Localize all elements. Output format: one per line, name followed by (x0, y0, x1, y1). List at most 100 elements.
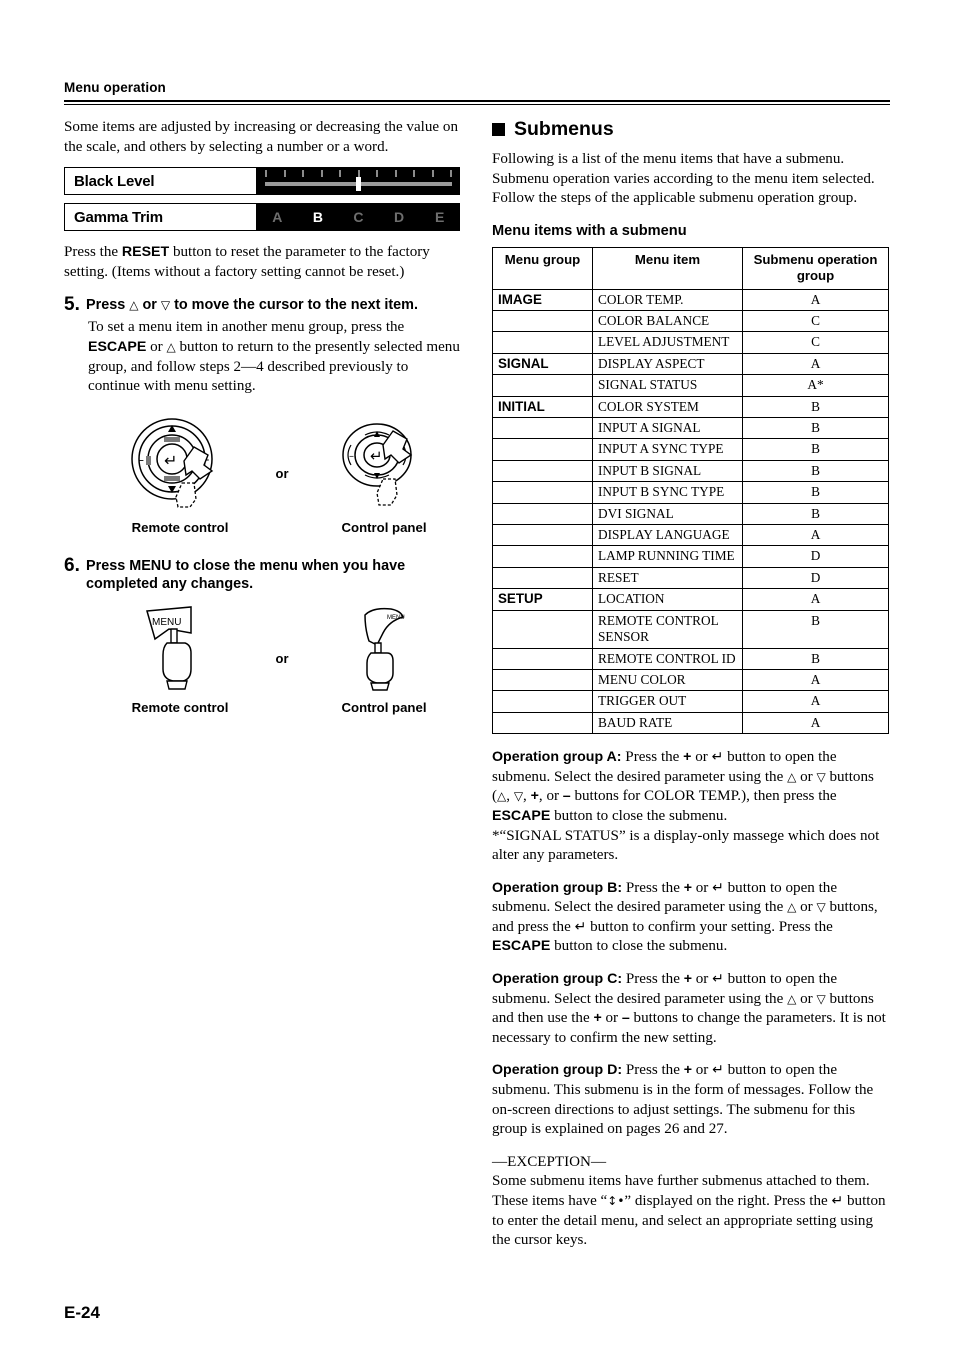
col-header-menu-item: Menu item (592, 246, 743, 290)
cell-op: B (742, 502, 889, 526)
cell-item: SIGNAL STATUS (592, 374, 743, 397)
table-row: TRIGGER OUT A (492, 690, 889, 713)
cell-item: INPUT A SYNC TYPE (592, 438, 743, 461)
menu-button-hand-icon: MENU (146, 605, 192, 690)
cell-item: LEVEL ADJUSTMENT (592, 331, 743, 354)
plus-button-icon: + (683, 1062, 692, 1079)
signal-status-note: *“SIGNAL STATUS” is a display-only masse… (492, 827, 880, 864)
submenus-heading-text: Submenus (514, 118, 614, 140)
cell-op: A (742, 588, 889, 611)
cell-op: A (742, 690, 889, 713)
step-5-body: To set a menu item in another menu group… (88, 318, 460, 534)
table-header-row: Menu group Menu item Submenu operation g… (492, 246, 889, 290)
reset-note-lead: Press the (64, 244, 122, 261)
table-row: INPUT B SIGNAL B (492, 459, 889, 483)
reset-button-name: RESET (121, 244, 170, 261)
enter-button-icon: ↵ (831, 1193, 844, 1209)
cell-op: B (742, 481, 889, 504)
gamma-step-d[interactable]: D (381, 205, 417, 230)
table-row: INPUT A SYNC TYPE B (492, 438, 889, 461)
slider-thumb[interactable] (356, 177, 362, 192)
cell-group (492, 309, 593, 333)
step-5-body-a: To set a menu item in another menu group… (88, 319, 405, 336)
slider-ticks (265, 170, 452, 178)
op-a-t1: Press the (621, 749, 684, 766)
svg-text:↵: ↵ (164, 451, 177, 470)
escape-button-icon: ESCAPE (492, 938, 551, 955)
step-5-number: 5. (64, 294, 80, 316)
cell-op: A (742, 711, 889, 735)
cell-group: INITIAL (492, 395, 593, 419)
op-c-t4: or (796, 990, 817, 1007)
down-arrow-icon: ▽ (160, 298, 171, 313)
submenus-intro: Following is a list of the menu items th… (492, 151, 875, 207)
step-5: 5. Press △ or ▽ to move the cursor to th… (64, 294, 460, 316)
operation-group-a: Operation group A: Press the + or ↵ butt… (492, 748, 890, 866)
cell-op: A (742, 524, 889, 547)
cell-item: COLOR TEMP. (592, 288, 743, 312)
cell-op: B (742, 609, 889, 649)
osd-menu-mock: Black Level Gamma Trim A B C D E (64, 167, 460, 232)
operation-group-c: Operation group C: Press the + or ↵ butt… (492, 970, 890, 1048)
cell-item: REMOTE CONTROL SENSOR (592, 609, 743, 649)
step-6-illustration: MENU Remote control or MENU Control pane… (106, 603, 458, 715)
gamma-step-a[interactable]: A (260, 205, 295, 230)
op-a-t6b: , (523, 788, 531, 805)
gamma-step-b[interactable]: B (300, 205, 336, 230)
menu-remote-caption: Remote control (131, 699, 229, 715)
remote-control-caption: Remote control (131, 519, 229, 535)
osd-row-gamma-trim: Gamma Trim A B C D E (64, 203, 460, 232)
cell-group: SIGNAL (492, 352, 593, 376)
table-row: RESET D (492, 566, 889, 590)
op-a-t2: or (691, 749, 712, 766)
cell-op: C (742, 331, 889, 354)
minus-button-icon: – (562, 788, 571, 805)
step-6-or-label: or (275, 651, 289, 667)
table-row: REMOTE CONTROL ID B (492, 647, 889, 670)
gamma-step-c[interactable]: C (341, 205, 376, 230)
cell-group (492, 502, 593, 526)
table-row: INITIAL COLOR SYSTEM B (492, 395, 889, 419)
gamma-trim-steps[interactable]: A B C D E (257, 203, 460, 232)
gamma-step-e[interactable]: E (422, 205, 457, 230)
table-row: LAMP RUNNING TIME D (492, 545, 889, 568)
table-row: INPUT A SIGNAL B (492, 417, 889, 440)
intro-paragraph: Some items are adjusted by increasing or… (64, 119, 458, 155)
minus-button-icon: – (621, 1010, 630, 1027)
op-a-t4: or (796, 768, 817, 785)
cell-item: DISPLAY ASPECT (592, 352, 743, 376)
step-6: 6. Press MENU to close the menu when you… (64, 556, 460, 593)
updown-dot-icon: ↕• (607, 1194, 625, 1208)
cell-op: D (742, 566, 889, 590)
exception-block: —EXCEPTION— Some submenu items have furth… (492, 1153, 890, 1251)
cell-item: COLOR SYSTEM (592, 395, 743, 419)
cell-item: COLOR BALANCE (592, 309, 743, 333)
op-c-t1: Press the (622, 971, 684, 988)
cell-op: D (742, 545, 889, 568)
cell-op: B (742, 417, 889, 440)
cell-op: C (742, 309, 889, 333)
cell-item: BAUD RATE (592, 711, 743, 735)
op-a-t6: , (506, 788, 514, 805)
cell-item: INPUT B SYNC TYPE (592, 481, 743, 504)
cell-group: SETUP (492, 588, 593, 611)
step-5-or-label: or (275, 466, 289, 482)
table-row: REMOTE CONTROL SENSOR B (492, 609, 889, 649)
step-5-illustration: – + ↵ Remote control or (106, 413, 458, 535)
cell-group (492, 711, 593, 735)
step-6-body: MENU Remote control or MENU Control pane… (88, 603, 460, 715)
op-d-t2: or (691, 1062, 713, 1079)
down-arrow-icon-2: ▽ (513, 789, 524, 804)
step-5-title-b: or (138, 297, 161, 314)
op-group-b-label: Operation group B: (492, 879, 623, 896)
step-5-paragraph: To set a menu item in another menu group… (88, 318, 460, 396)
op-c-t6: or (601, 1010, 622, 1027)
cell-group (492, 481, 593, 504)
cell-op: B (742, 647, 889, 670)
step-5-title-a: Press (86, 297, 130, 314)
cell-group (492, 524, 593, 547)
step-5-body-b: or (146, 338, 167, 355)
cell-op: A* (742, 374, 889, 397)
black-level-slider[interactable] (257, 167, 460, 196)
op-group-c-label: Operation group C: (492, 971, 623, 988)
